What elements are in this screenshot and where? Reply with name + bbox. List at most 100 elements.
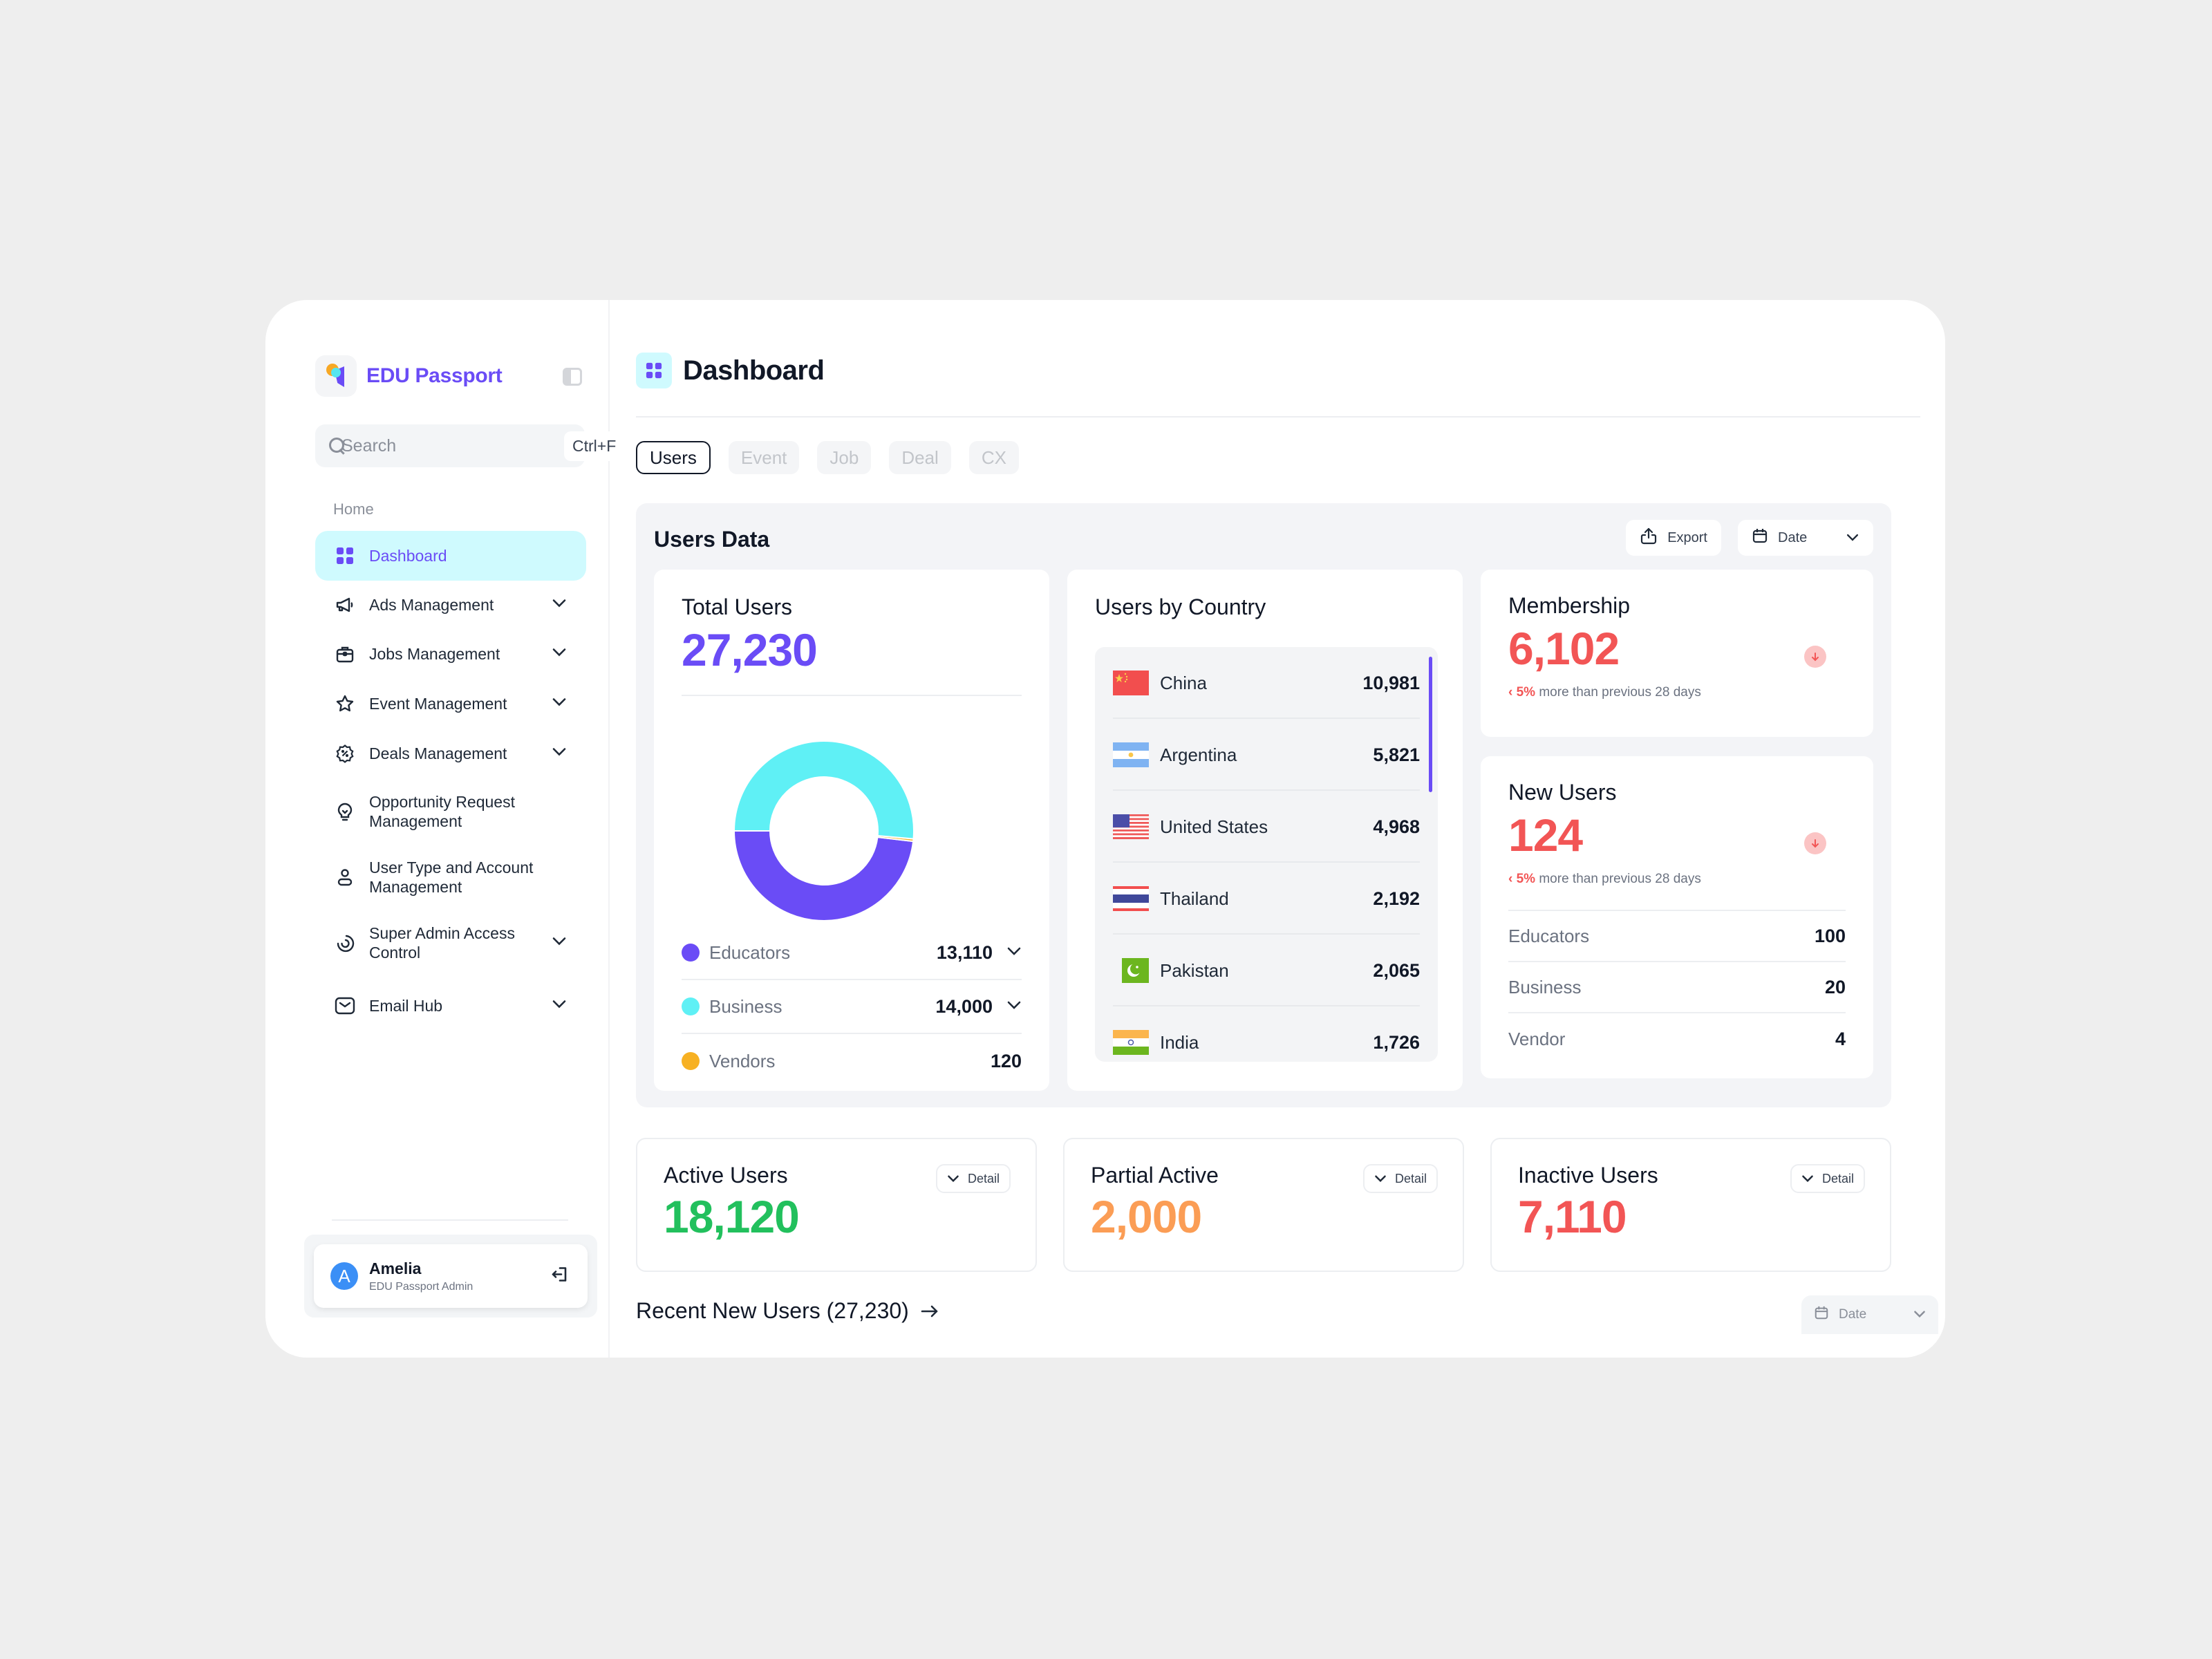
country-value: 10,981 (1362, 672, 1420, 693)
brand[interactable]: EDU Passport (315, 355, 503, 397)
country-name: China (1160, 672, 1207, 693)
country-value: 4,968 (1373, 816, 1420, 837)
sidebar-item-opportunity-request-management[interactable]: Opportunity Request Management (315, 778, 586, 845)
country-card-title: Users by Country (1095, 594, 1266, 619)
tab-deal[interactable]: Deal (889, 441, 951, 474)
breakdown-row: Business 20 (1508, 962, 1846, 1013)
sidebar-search[interactable]: Ctrl+F (315, 424, 625, 467)
legend-value: 14,000 (935, 995, 993, 1017)
trend-down-icon (1804, 832, 1826, 854)
stat-value: 18,120 (664, 1191, 800, 1242)
sidebar-item-deals-management[interactable]: Deals Management (315, 729, 586, 778)
chevron-down-icon[interactable] (552, 599, 567, 612)
new-users-card: New Users 124 ‹ 5% more than previous 28… (1481, 756, 1873, 1078)
country-name: Pakistan (1160, 959, 1229, 981)
chevron-down-icon[interactable] (552, 747, 567, 760)
detail-label: Detail (1821, 1171, 1854, 1185)
country-name: Argentina (1160, 744, 1237, 765)
app-window: EDU Passport Ctrl+F Home Dashboard Ads M… (265, 300, 1945, 1358)
membership-title: Membership (1508, 593, 1631, 618)
chevron-down-icon[interactable] (1006, 1000, 1022, 1013)
legend-swatch (682, 944, 700, 962)
country-row: Pakistan 2,065 (1113, 935, 1420, 1006)
mail-icon (335, 995, 355, 1016)
sidebar: EDU Passport Ctrl+F Home Dashboard Ads M… (265, 300, 625, 1358)
sidebar-collapse-icon[interactable] (563, 368, 582, 386)
export-button[interactable]: Export (1626, 520, 1721, 556)
membership-value: 6,102 (1508, 626, 1846, 671)
sidebar-item-label: Super Admin Access Control (369, 924, 515, 962)
sidebar-item-dashboard[interactable]: Dashboard (315, 531, 586, 581)
legend-swatch (682, 997, 700, 1015)
breakdown-value: 4 (1835, 1028, 1846, 1049)
new-users-title: New Users (1508, 780, 1617, 805)
new-users-trend: ‹ 5% more than previous 28 days (1508, 872, 1846, 887)
country-row: China 10,981 (1113, 647, 1420, 719)
sidebar-item-super-admin-access-control[interactable]: Super Admin Access Control (315, 910, 586, 976)
recent-date-dropdown[interactable]: Date (1801, 1295, 1938, 1334)
sidebar-item-email-hub[interactable]: Email Hub (315, 976, 586, 1035)
donut-slice-educators[interactable] (733, 830, 915, 921)
date-label: Date (1778, 529, 1808, 545)
user-role: EDU Passport Admin (369, 1280, 474, 1293)
sidebar-search-input[interactable] (341, 435, 564, 456)
trend-percentage: ‹ 5% (1508, 872, 1536, 886)
tab-bar: Users Event Job Deal CX (636, 441, 1019, 474)
recent-title: Recent New Users (27,230) (636, 1298, 909, 1323)
sidebar-nav: Dashboard Ads Management Jobs Management (315, 531, 586, 1035)
user-card[interactable]: A Amelia EDU Passport Admin (314, 1244, 588, 1308)
main-content: Dashboard Users Event Job Deal CX Users … (636, 300, 1938, 1358)
sidebar-item-jobs-management[interactable]: Jobs Management (315, 629, 586, 679)
nav-section-label: Home (333, 500, 374, 518)
chevron-down-icon[interactable] (552, 1000, 567, 1013)
breakdown-value: 100 (1814, 925, 1846, 946)
spiral-icon (335, 932, 355, 953)
tab-users[interactable]: Users (636, 441, 711, 474)
breakdown-row: Educators 100 (1508, 911, 1846, 962)
tab-cx[interactable]: CX (968, 441, 1019, 474)
chevron-down-icon (1374, 1172, 1387, 1186)
tab-event[interactable]: Event (728, 441, 800, 474)
user-icon (335, 867, 355, 888)
sidebar-item-label: Opportunity Request Management (369, 793, 515, 830)
donut-chart-svg (733, 740, 915, 921)
country-name: United States (1160, 816, 1268, 837)
country-row: India 1,726 (1113, 1006, 1420, 1062)
inactive-users-card: Inactive Users 7,110 Detail (1490, 1138, 1891, 1272)
user-profile: A Amelia EDU Passport Admin (304, 1235, 597, 1318)
chevron-down-icon[interactable] (552, 937, 567, 950)
chevron-down-icon (1913, 1307, 1926, 1322)
country-list-scrollbar[interactable] (1429, 657, 1432, 792)
sidebar-item-event-management[interactable]: Event Management (315, 679, 586, 729)
share-upload-icon (1640, 527, 1658, 549)
detail-button[interactable]: Detail (1362, 1164, 1438, 1193)
export-label: Export (1667, 529, 1707, 545)
user-name: Amelia (369, 1259, 422, 1277)
donut-slice-business[interactable] (733, 740, 915, 840)
sidebar-item-label: User Type and Account Management (369, 859, 534, 896)
sidebar-item-ads-management[interactable]: Ads Management (315, 581, 586, 629)
recent-new-users-link[interactable]: Recent New Users (27,230) (636, 1298, 939, 1324)
date-dropdown[interactable]: Date (1738, 520, 1873, 556)
chevron-down-icon[interactable] (552, 648, 567, 661)
breakdown-value: 20 (1824, 976, 1846, 997)
total-users-title: Total Users (682, 594, 793, 619)
country-name: Thailand (1160, 888, 1229, 909)
detail-label: Detail (967, 1171, 1000, 1185)
country-name: India (1160, 1031, 1199, 1053)
star-icon (335, 693, 355, 714)
tab-job[interactable]: Job (817, 441, 872, 474)
detail-button[interactable]: Detail (935, 1164, 1011, 1193)
sidebar-item-user-type-account-management[interactable]: User Type and Account Management (315, 845, 586, 910)
flag-united-states-icon (1113, 814, 1149, 839)
membership-number: 6,102 (1508, 623, 1620, 674)
chart-legend: Educators 13,110 Business 14,000 Vendors… (682, 926, 1022, 1088)
grid-icon (335, 545, 355, 566)
detail-button[interactable]: Detail (1790, 1164, 1865, 1193)
trend-percentage: ‹ 5% (1508, 685, 1536, 700)
chevron-down-icon[interactable] (1006, 946, 1022, 959)
logout-icon[interactable] (550, 1265, 570, 1288)
flag-pakistan-icon (1113, 958, 1149, 983)
chevron-down-icon[interactable] (552, 697, 567, 711)
country-list: China 10,981 Argentina 5,821 United Stat… (1095, 647, 1438, 1062)
